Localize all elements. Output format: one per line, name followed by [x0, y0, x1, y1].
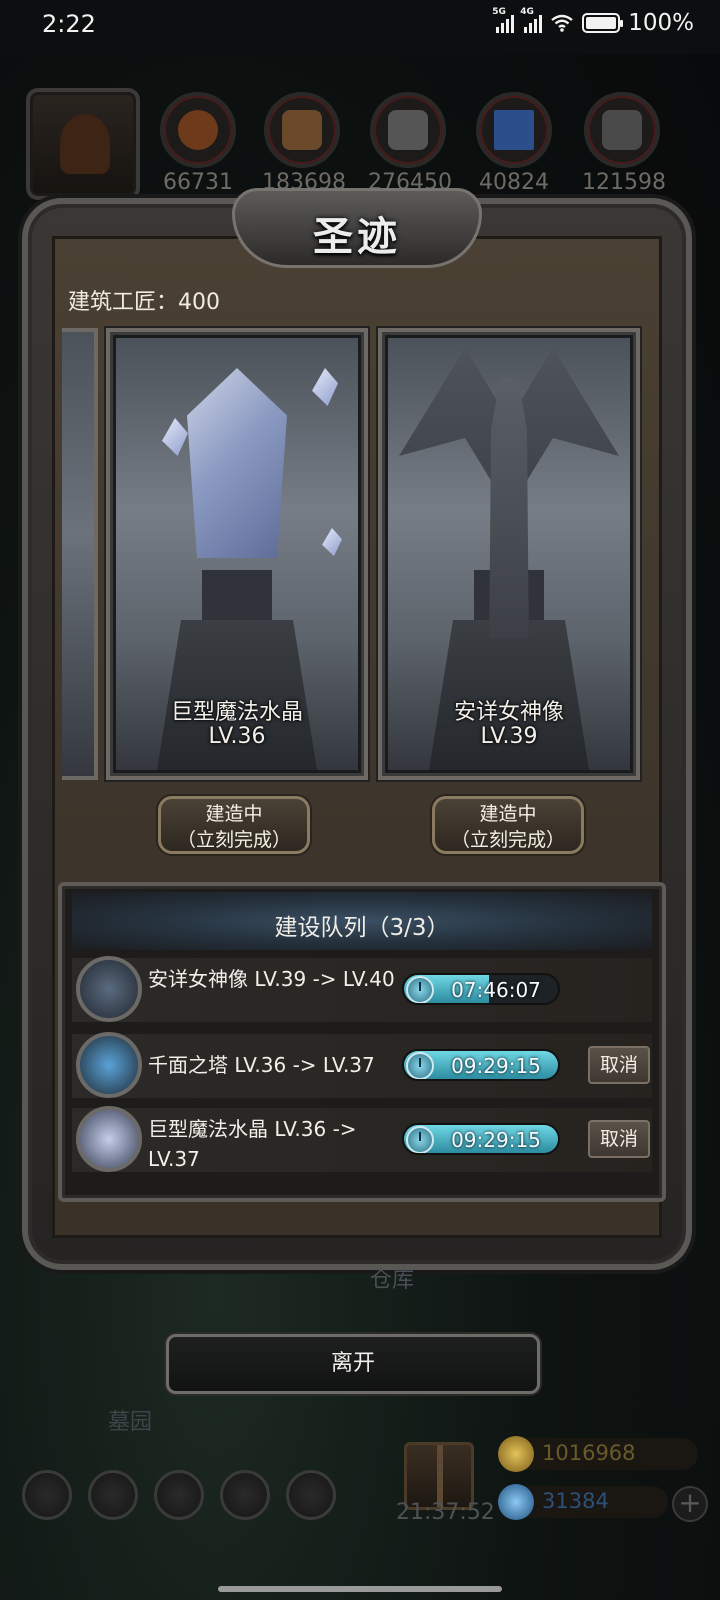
- status-icons: 5G 4G 100%: [492, 7, 694, 36]
- button-line1: 建造中: [479, 803, 537, 825]
- gold-currency: 1016968: [498, 1436, 698, 1472]
- cancel-button[interactable]: 取消: [588, 1120, 650, 1158]
- leave-button[interactable]: 离开: [166, 1334, 540, 1394]
- previous-card[interactable]: [62, 328, 98, 780]
- build-timer: 07:46:07: [402, 973, 560, 1005]
- resource-crystal[interactable]: 40824: [474, 92, 554, 195]
- gem-icon: [498, 1484, 534, 1520]
- crystal-icon: [476, 92, 552, 168]
- mail-icon[interactable]: [220, 1470, 270, 1520]
- wood-icon: [264, 92, 340, 168]
- build-timer: 09:29:15: [402, 1049, 560, 1081]
- button-line2: （立刻完成）: [450, 829, 565, 851]
- castle-icon[interactable]: [154, 1470, 204, 1520]
- stone-icon: [370, 92, 446, 168]
- hero-avatar-icon: [60, 114, 110, 174]
- modal-title: 圣迹: [313, 213, 401, 260]
- finish-now-button[interactable]: 建造中 （立刻完成）: [158, 796, 310, 854]
- queue-title: 建设队列（3/3）: [274, 915, 450, 941]
- bag-icon[interactable]: [286, 1470, 336, 1520]
- goddess-statue-icon: [76, 956, 142, 1022]
- graveyard-label[interactable]: 墓园: [108, 1404, 152, 1436]
- clock-icon: [406, 1126, 434, 1153]
- add-currency-button[interactable]: +: [672, 1486, 708, 1522]
- resource-iron[interactable]: 121598: [582, 92, 666, 195]
- queue-item-text: 巨型魔法水晶 LV.36 -> LV.37: [148, 1117, 357, 1171]
- home-indicator[interactable]: [218, 1586, 502, 1592]
- battery-percent: 100%: [628, 10, 694, 36]
- clock-icon: [406, 1052, 434, 1079]
- resource-value: 40824: [479, 170, 549, 195]
- gold-value: 1016968: [542, 1441, 636, 1465]
- building-name: 巨型魔法水晶: [170, 700, 303, 725]
- resource-wood[interactable]: 183698: [262, 92, 346, 195]
- sanctuary-modal: 圣迹 建筑工匠：400 巨型魔法水晶 LV.36 安详女神像 LV.39 建造中…: [22, 188, 692, 1270]
- queue-item-text: 安详女神像 LV.39 -> LV.40: [148, 967, 395, 991]
- settings-icon[interactable]: [22, 1470, 72, 1520]
- thousand-face-tower-icon: [76, 1032, 142, 1098]
- hero-portrait[interactable]: [26, 88, 140, 200]
- queue-row: 巨型魔法水晶 LV.36 -> LV.37 09:29:15 取消: [72, 1106, 652, 1172]
- status-bar: 2:22 5G 4G 100%: [0, 0, 720, 54]
- meat-icon: [160, 92, 236, 168]
- resource-value: 66731: [163, 170, 233, 195]
- timer-text: 09:29:15: [451, 1128, 541, 1152]
- resource-meat[interactable]: 66731: [158, 92, 238, 195]
- warehouse-label: 仓库: [370, 1268, 415, 1293]
- queue-row: 千面之塔 LV.36 -> LV.37 09:29:15 取消: [72, 1032, 652, 1098]
- resource-value: 121598: [582, 170, 666, 195]
- gift-timer: 21:37:52: [396, 1500, 495, 1525]
- signal-5g-icon: 5G: [492, 7, 515, 33]
- building-name: 安详女神像: [453, 700, 564, 725]
- gem-value: 31384: [542, 1489, 609, 1513]
- gem-currency: 31384: [498, 1484, 668, 1520]
- building-card-crystal[interactable]: 巨型魔法水晶 LV.36: [106, 328, 368, 780]
- timer-text: 07:46:07: [451, 978, 541, 1002]
- signal-4g-icon: 4G: [520, 7, 543, 33]
- button-line1: 建造中: [205, 803, 263, 825]
- queue-row: 安详女神像 LV.39 -> LV.40 07:46:07: [72, 956, 652, 1022]
- wifi-icon: [551, 14, 573, 32]
- button-line2: （立刻完成）: [176, 829, 291, 851]
- building-card-statue[interactable]: 安详女神像 LV.39: [378, 328, 640, 780]
- hero-icon[interactable]: [88, 1470, 138, 1520]
- resource-stone[interactable]: 276450: [368, 92, 452, 195]
- battery-icon: [582, 13, 624, 33]
- build-timer: 09:29:15: [402, 1123, 560, 1155]
- gold-coin-icon: [498, 1436, 534, 1472]
- cancel-button[interactable]: 取消: [588, 1046, 650, 1084]
- building-level: LV.39: [480, 724, 538, 749]
- magic-crystal-icon: [76, 1106, 142, 1172]
- build-queue: 建设队列（3/3） 安详女神像 LV.39 -> LV.40 07:46:07 …: [58, 882, 666, 1202]
- timer-text: 09:29:15: [451, 1054, 541, 1078]
- clock-icon: [406, 976, 434, 1003]
- iron-icon: [584, 92, 660, 168]
- status-time: 2:22: [42, 10, 96, 38]
- finish-now-button[interactable]: 建造中 （立刻完成）: [432, 796, 584, 854]
- craftsman-count: 建筑工匠：400: [68, 290, 220, 315]
- building-level: LV.36: [208, 724, 266, 749]
